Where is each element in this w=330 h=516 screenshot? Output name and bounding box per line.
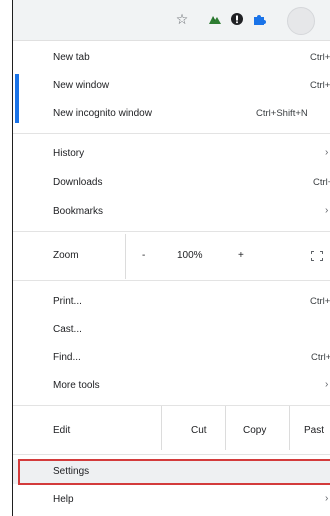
star-icon[interactable]: ☆: [174, 11, 190, 27]
edit-label: Edit: [53, 425, 71, 436]
menu-item-help[interactable]: Help ›: [13, 488, 330, 516]
zoom-row: Zoom - 100% +: [13, 234, 330, 279]
zoom-divider: [125, 234, 126, 279]
menu-item-label: New tab: [53, 52, 90, 63]
menu-item-bookmarks[interactable]: Bookmarks ›: [13, 198, 330, 226]
settings-highlight-box: [18, 459, 330, 485]
menu-item-new-tab[interactable]: New tab Ctrl+T: [13, 44, 330, 72]
zoom-label: Zoom: [53, 250, 79, 261]
menu-divider: [13, 280, 330, 281]
shortcut-label: Ctrl+T: [310, 52, 330, 63]
menu-item-find[interactable]: Find... Ctrl+F: [13, 344, 330, 372]
edit-divider: [225, 406, 226, 450]
extension-icon[interactable]: [207, 11, 223, 27]
browser-toolbar: ☆: [13, 0, 330, 41]
menu-item-new-incognito-window[interactable]: New incognito window Ctrl+Shift+N: [13, 100, 330, 128]
menu-item-label: Cast...: [53, 324, 82, 335]
chevron-right-icon: ›: [325, 379, 329, 390]
shortcut-label: Ctrl+N: [310, 80, 330, 91]
shortcut-label: Ctrl+P: [310, 296, 330, 307]
paste-button[interactable]: Past: [304, 425, 324, 436]
menu-item-label: Help: [53, 494, 74, 505]
menu-item-label: Bookmarks: [53, 206, 104, 217]
menu-item-label: Downloads: [53, 177, 103, 188]
menu-item-downloads[interactable]: Downloads Ctrl+J: [13, 169, 330, 197]
zoom-level: 100%: [177, 250, 203, 261]
menu-item-new-window[interactable]: New window Ctrl+N: [13, 72, 330, 100]
menu-item-print[interactable]: Print... Ctrl+P: [13, 288, 330, 316]
menu-item-cast[interactable]: Cast...: [13, 316, 330, 344]
puzzle-extension-icon[interactable]: [251, 11, 267, 27]
cut-button[interactable]: Cut: [191, 425, 207, 436]
browser-menu-frame: ☆ New tab Ctrl+T New window Ctrl+N: [12, 0, 330, 516]
menu-item-label: New incognito window: [53, 108, 152, 119]
edit-divider: [289, 406, 290, 450]
zoom-in-button[interactable]: +: [238, 250, 244, 261]
menu-divider: [13, 454, 330, 455]
edit-row: Edit Cut Copy Past: [13, 406, 330, 450]
extension-icon[interactable]: [229, 11, 245, 27]
edit-divider: [161, 406, 162, 450]
chevron-right-icon: ›: [325, 493, 329, 504]
menu-divider: [13, 405, 330, 406]
shortcut-label: Ctrl+Shift+N: [256, 108, 308, 119]
shortcut-label: Ctrl+F: [311, 352, 330, 363]
fullscreen-icon[interactable]: [311, 251, 323, 261]
copy-button[interactable]: Copy: [243, 425, 266, 436]
chevron-right-icon: ›: [325, 147, 329, 158]
menu-divider: [13, 133, 330, 134]
shortcut-label: Ctrl+J: [313, 177, 330, 188]
menu-item-label: Find...: [53, 352, 81, 363]
profile-avatar[interactable]: [287, 7, 315, 35]
menu-item-more-tools[interactable]: More tools ›: [13, 372, 330, 400]
menu-item-history[interactable]: History ›: [13, 140, 330, 168]
menu-item-label: New window: [53, 80, 110, 91]
menu-item-label: History: [53, 148, 85, 159]
menu-divider: [13, 231, 330, 232]
zoom-out-button[interactable]: -: [142, 250, 145, 261]
menu-item-label: More tools: [53, 380, 100, 391]
menu-item-label: Print...: [53, 296, 82, 307]
chevron-right-icon: ›: [325, 205, 329, 216]
